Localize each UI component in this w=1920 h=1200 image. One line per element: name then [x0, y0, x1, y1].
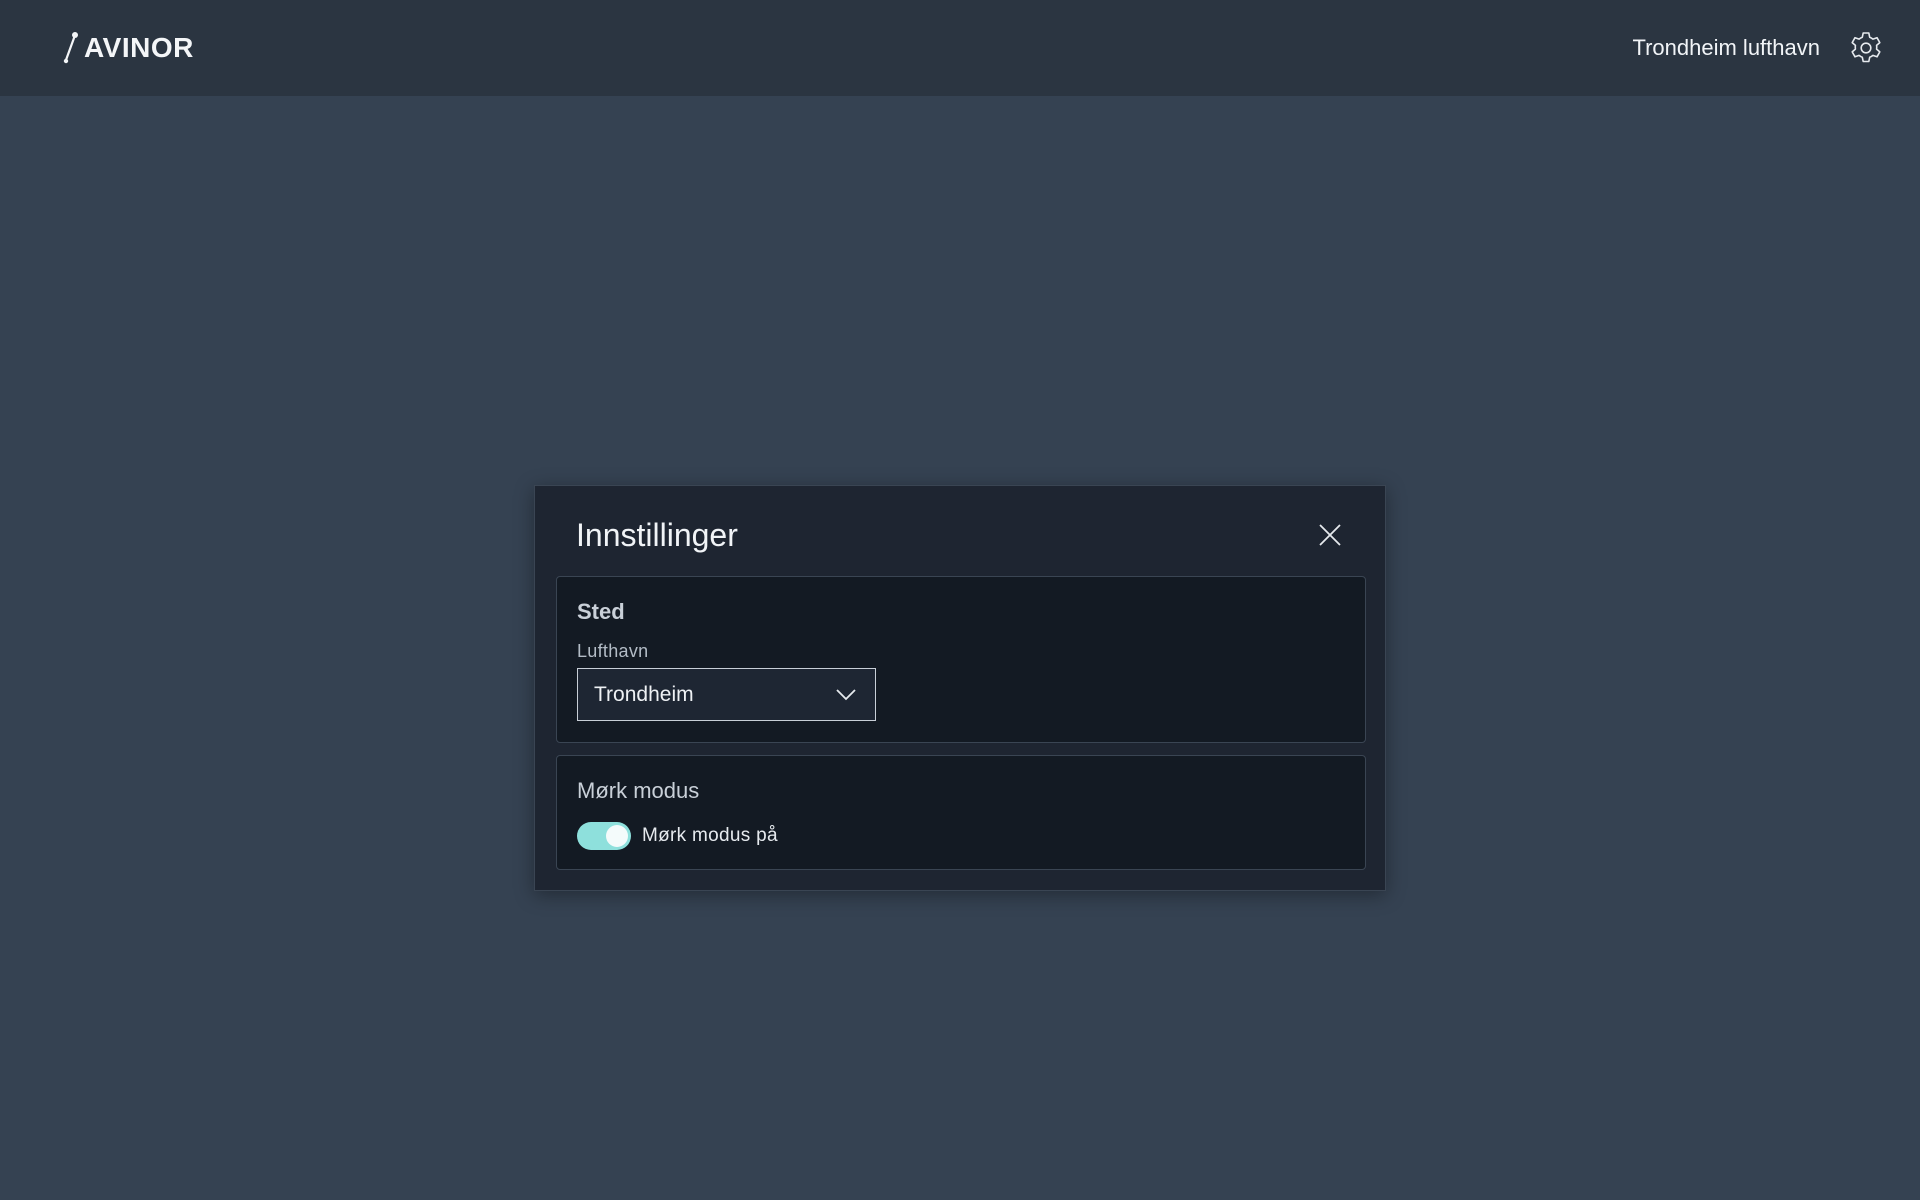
header-right: Trondheim lufthavn	[1632, 28, 1886, 68]
location-section: Sted Lufthavn Trondheim	[556, 576, 1366, 743]
gear-icon	[1851, 32, 1881, 63]
dark-mode-toggle-label: Mørk modus på	[642, 825, 778, 846]
current-airport-label: Trondheim lufthavn	[1632, 35, 1820, 60]
dark-mode-section: Mørk modus Mørk modus på	[556, 755, 1366, 870]
settings-button[interactable]	[1846, 28, 1886, 68]
airport-select[interactable]: Trondheim	[577, 668, 876, 721]
airport-field-label: Lufthavn	[577, 641, 649, 661]
airport-select-value: Trondheim	[594, 682, 694, 706]
close-icon	[1319, 524, 1341, 546]
toggle-knob	[606, 825, 628, 847]
dark-mode-section-title: Mørk modus	[577, 778, 700, 803]
chevron-down-icon	[836, 688, 856, 700]
settings-dialog: Innstillinger Sted Lufthavn Trondheim Mø…	[534, 485, 1386, 891]
dark-mode-toggle[interactable]	[577, 822, 631, 850]
avinor-logo[interactable]: AVINOR	[62, 28, 194, 68]
logo-text: AVINOR	[84, 32, 194, 63]
logo-mark-icon	[63, 32, 78, 64]
top-bar: AVINOR Trondheim lufthavn	[0, 0, 1920, 96]
dialog-title: Innstillinger	[576, 517, 738, 553]
dark-mode-toggle-row: Mørk modus på	[577, 822, 778, 850]
close-button[interactable]	[1315, 520, 1345, 550]
location-section-title: Sted	[577, 599, 625, 624]
